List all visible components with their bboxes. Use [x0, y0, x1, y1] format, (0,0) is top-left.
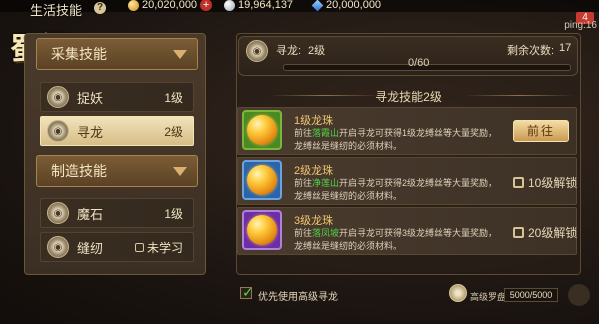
section-label: 采集技能 [51, 46, 107, 62]
advanced-search-checkbox[interactable]: ✓ [240, 284, 254, 300]
skill-name-label: 寻龙: [276, 45, 302, 57]
sew-icon: ◉ [47, 236, 69, 258]
skill-item-moshi[interactable]: ◉ 魔石 1级 [40, 198, 194, 228]
lock-icon [134, 242, 144, 252]
skill-level-text: 未学习 [146, 240, 183, 255]
card-title: 3级龙珠 [294, 215, 334, 227]
place-link[interactable]: 落霞山 [312, 128, 339, 138]
unlock-status: 20级解锁 [513, 224, 577, 241]
remaining-label: 剩余次数: [507, 45, 555, 57]
card-title: 1级龙珠 [294, 115, 334, 127]
chevron-down-icon [173, 166, 187, 176]
dragon-orb-icon [242, 110, 282, 150]
desc-pre: 前往 [294, 228, 313, 238]
card-description: 前往落凤坡开启寻龙可获得3级龙缚丝等大量奖励，龙缚丝是缝纫的必须材料。 [294, 227, 500, 253]
dragon-icon: ◉ [47, 120, 69, 142]
go-button[interactable]: 前往 [513, 120, 569, 142]
yao-icon: ◉ [47, 86, 69, 108]
silver-currency: 19,964,137 [224, 0, 293, 12]
list-header: 寻龙技能2级 [375, 90, 442, 104]
card-title: 2级龙珠 [294, 165, 334, 177]
unlock-status: 10级解锁 [513, 174, 577, 191]
dragon-orb-icon [242, 210, 282, 250]
compass-label: 高级罗盘 [470, 292, 507, 302]
skill-label: 魔石 [77, 206, 104, 222]
stone-icon: ◉ [47, 202, 69, 224]
lock-icon [513, 177, 524, 188]
section-label: 制造技能 [51, 163, 107, 179]
section-gathering-skills[interactable]: 采集技能 [36, 38, 198, 70]
skill-label: 捉妖 [77, 90, 104, 106]
place-link[interactable]: 落凤坡 [312, 228, 339, 238]
unlock-text: 20级解锁 [528, 226, 578, 240]
lock-icon [513, 227, 524, 238]
section-crafting-skills[interactable]: 制造技能 [36, 155, 198, 187]
ping-readout: ping:16 [564, 20, 597, 31]
page-title: 生活技能 [30, 3, 83, 18]
compass-value: 5000/5000 [504, 288, 558, 302]
silver-coin-icon [224, 0, 235, 11]
skill-level: 2级 [164, 124, 183, 139]
skill-level: 未学习 [134, 239, 183, 256]
compass-icon [449, 284, 467, 302]
skill-label: 缝纫 [77, 240, 104, 256]
skill-item-xunlong[interactable]: ◉ 寻龙 2级 [40, 116, 194, 146]
diamond-currency: 20,000,000 [311, 0, 382, 12]
notification-icon[interactable] [568, 284, 590, 306]
remaining-count: 17 [559, 42, 572, 54]
diamond-amount: 20,000,000 [326, 0, 382, 11]
desc-pre: 前往 [294, 178, 313, 188]
add-gold-button[interactable]: + [200, 0, 213, 11]
card-description: 前往净莲山开启寻龙可获得2级龙缚丝等大量奖励，龙缚丝是缝纫的必须材料。 [294, 177, 500, 203]
skill-level-value: 2级 [308, 45, 326, 57]
skill-item-fengren[interactable]: ◉ 缝纫 未学习 [40, 232, 194, 262]
skill-level: 1级 [164, 90, 183, 105]
card-description: 前往落霞山开启寻龙可获得1级龙缚丝等大量奖励，龙缚丝是缝纫的必须材料。 [294, 127, 500, 153]
progress-count: 0/60 [408, 57, 430, 69]
place-link[interactable]: 净莲山 [312, 178, 339, 188]
compass-skill-icon: ◉ [246, 40, 268, 62]
gold-currency: 20,020,000 + [128, 0, 213, 12]
chevron-down-icon [173, 49, 187, 59]
gold-amount: 20,020,000 [142, 0, 198, 11]
gold-coin-icon [128, 0, 139, 11]
dragon-orb-icon [242, 160, 282, 200]
diamond-icon [311, 0, 324, 11]
skill-level: 1级 [164, 206, 183, 221]
currency-bar [0, 0, 599, 12]
silver-amount: 19,964,137 [238, 0, 294, 11]
unlock-text: 10级解锁 [528, 176, 578, 190]
skill-label: 寻龙 [77, 124, 104, 140]
help-icon[interactable]: ? [94, 2, 106, 14]
checkmark-icon: ✓ [242, 284, 254, 300]
skill-item-zhuoyao[interactable]: ◉ 捉妖 1级 [40, 82, 194, 112]
checkbox-label: 优先使用高级寻龙 [258, 292, 338, 303]
desc-pre: 前往 [294, 128, 313, 138]
